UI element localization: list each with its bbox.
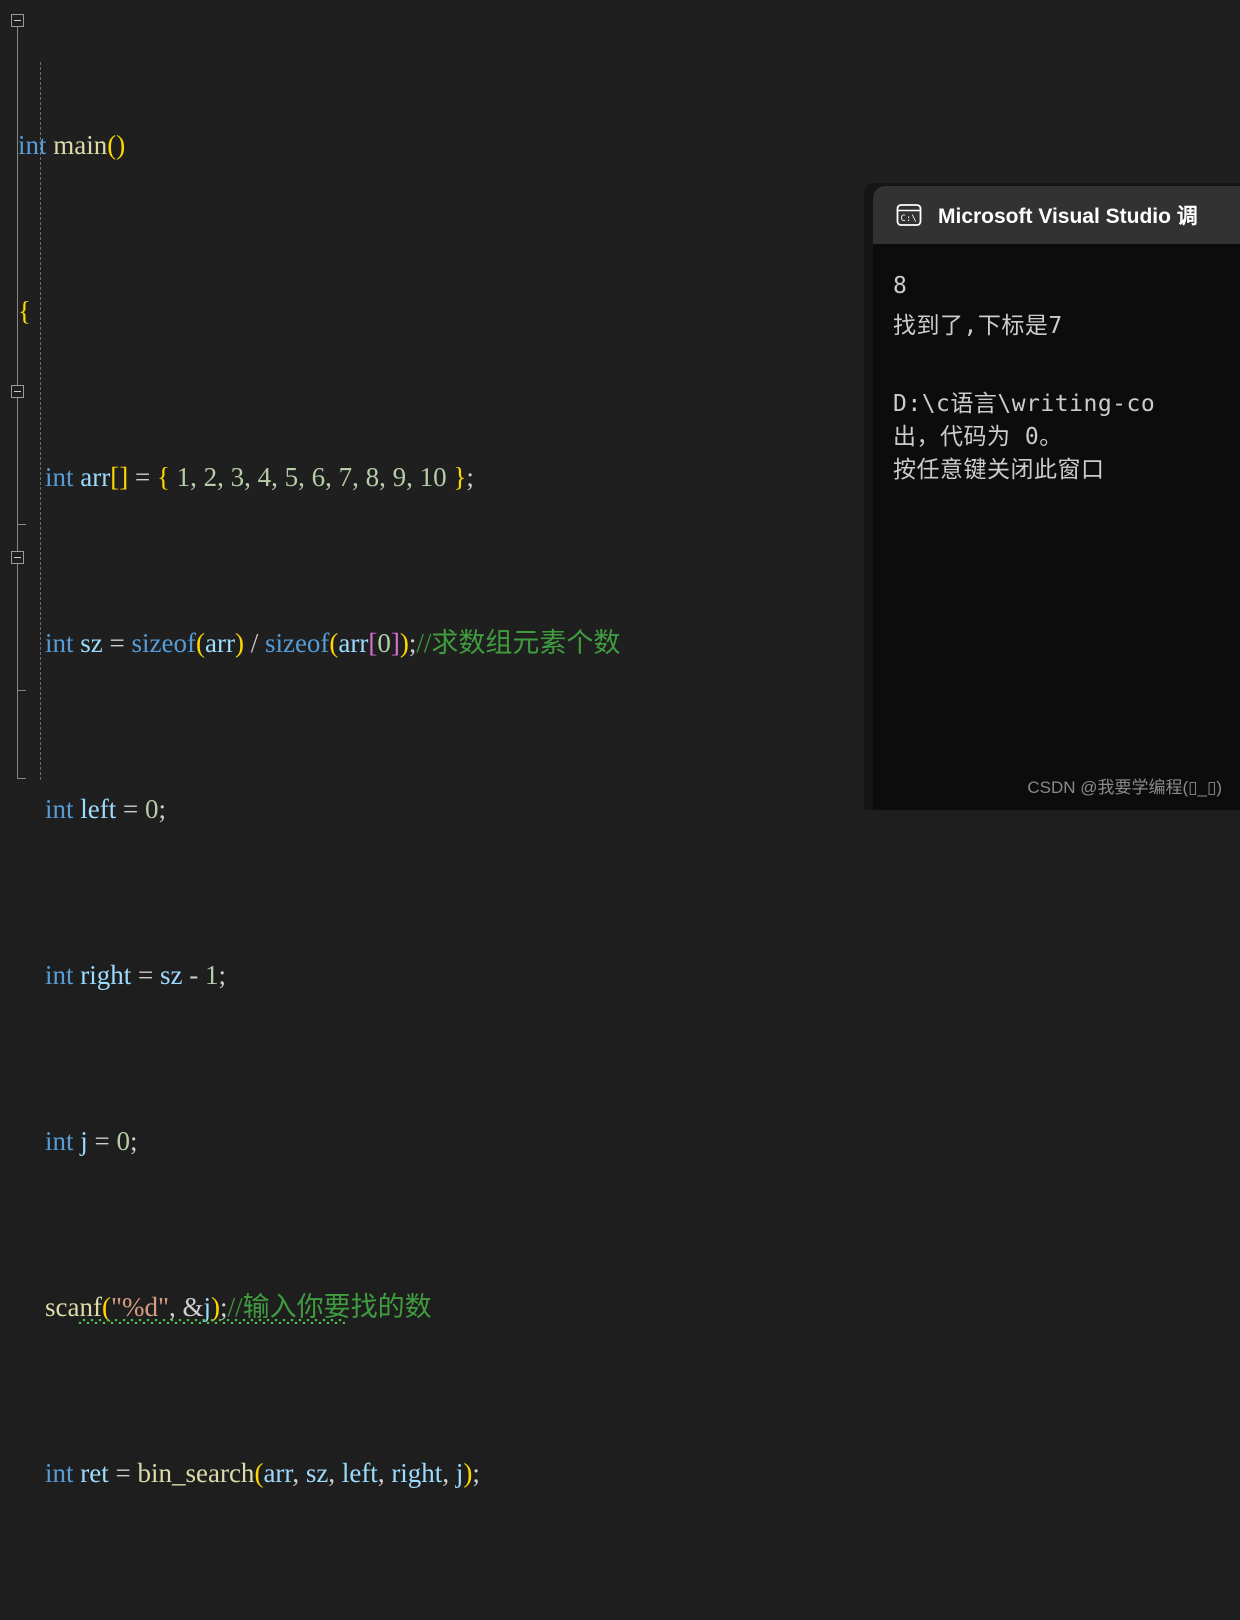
token-assign: = (95, 1126, 110, 1156)
token-brace: { (157, 462, 170, 492)
token-keyword-int: int (45, 794, 74, 824)
token-divide: / (251, 628, 259, 658)
token-keyword-sizeof: sizeof (132, 628, 196, 658)
code-line-1: int main() (0, 125, 1240, 167)
token-semicolon: ; (466, 462, 474, 492)
token-ampersand: & (183, 1292, 204, 1322)
token-paren: ( (254, 1458, 263, 1488)
token-semicolon: ; (219, 960, 227, 990)
token-bracket: [] (110, 462, 128, 492)
token-ident-left: left (80, 794, 116, 824)
token-semicolon: ; (130, 1126, 138, 1156)
csdn-watermark: CSDN @我要学编程(▯_▯) (1027, 773, 1222, 798)
token-comma: , (328, 1458, 335, 1488)
error-squiggle-underline (78, 1319, 345, 1324)
token-zero: 0 (145, 794, 159, 824)
token-ident-sz: sz (80, 628, 103, 658)
token-ident-right: right (80, 960, 131, 990)
token-keyword-sizeof: sizeof (265, 628, 329, 658)
token-comma: , (378, 1458, 385, 1488)
code-line-8: scanf("%d", &j);//输入你要找的数 (0, 1287, 1240, 1329)
token-paren: ) (235, 628, 244, 658)
token-ident-j: j (80, 1126, 88, 1156)
code-line-6: int right = sz - 1; (0, 955, 1240, 997)
token-ident-j: j (204, 1292, 212, 1322)
token-string-fmt: "%d" (111, 1292, 169, 1322)
console-window-title: Microsoft Visual Studio 调 (938, 200, 1198, 230)
token-paren: ( (196, 628, 205, 658)
console-output-area[interactable]: 8 找到了,下标是7 D:\c语言\writing-co 出，代码为 0。 按任… (875, 244, 1240, 810)
token-comma: , (442, 1458, 449, 1488)
token-function-scanf: scanf (45, 1292, 102, 1322)
token-ident-sz: sz (160, 960, 183, 990)
token-semicolon: ; (220, 1292, 228, 1322)
token-bracket: ] (391, 628, 400, 658)
token-keyword-int: int (45, 1126, 74, 1156)
code-comment-array-size: //求数组元素个数 (416, 628, 620, 658)
terminal-cmd-icon: C:\ (896, 202, 922, 228)
console-output-line-1: 8 (893, 273, 907, 299)
token-minus: - (189, 960, 198, 990)
code-line-9: int ret = bin_search(arr, sz, left, righ… (0, 1453, 1240, 1495)
token-keyword-int: int (18, 130, 47, 160)
token-ident-right: right (391, 1458, 442, 1488)
svg-text:C:\: C:\ (901, 214, 917, 224)
token-zero: 0 (377, 628, 391, 658)
token-ident-ret: ret (80, 1458, 108, 1488)
token-ident-arr: arr (80, 462, 110, 492)
token-array-values: 1, 2, 3, 4, 5, 6, 7, 8, 9, 10 (177, 462, 447, 492)
token-function-main: main (53, 130, 107, 160)
token-keyword-int: int (45, 960, 74, 990)
token-one: 1 (205, 960, 219, 990)
token-zero: 0 (117, 1126, 131, 1156)
token-assign: = (138, 960, 153, 990)
token-comma: , (292, 1458, 299, 1488)
token-paren: ) (463, 1458, 472, 1488)
token-paren: () (107, 130, 125, 160)
token-ident-arr: arr (263, 1458, 292, 1488)
token-paren: ) (400, 628, 409, 658)
console-output-line-2: 找到了,下标是7 (893, 306, 1063, 340)
token-keyword-int: int (45, 628, 74, 658)
token-assign: = (110, 628, 125, 658)
code-line-10: if (ret == -1) (0, 1619, 1240, 1620)
code-line-7: int j = 0; (0, 1121, 1240, 1163)
token-paren: ( (102, 1292, 111, 1322)
token-semicolon: ; (158, 794, 166, 824)
token-ident-sz: sz (306, 1458, 329, 1488)
console-output-line-4: D:\c语言\writing-co (893, 384, 1155, 418)
console-output-line-5: 出，代码为 0。 (893, 417, 1063, 451)
token-assign: = (135, 462, 150, 492)
token-assign: = (116, 1458, 131, 1488)
token-ident-j: j (456, 1458, 464, 1488)
token-ident-arr: arr (205, 628, 235, 658)
console-title-bar[interactable]: C:\ Microsoft Visual Studio 调 (873, 186, 1240, 244)
token-keyword-int: int (45, 1458, 74, 1488)
token-paren: ) (211, 1292, 220, 1322)
token-ident-left: left (342, 1458, 378, 1488)
token-brace-open: { (18, 296, 31, 326)
token-assign: = (123, 794, 138, 824)
token-brace: } (453, 462, 466, 492)
token-comma: , (169, 1292, 176, 1322)
console-output-line-6: 按任意键关闭此窗口 (893, 450, 1105, 484)
token-keyword-int: int (45, 462, 74, 492)
token-function-bin-search: bin_search (137, 1458, 254, 1488)
debug-console-window[interactable]: C:\ Microsoft Visual Studio 调 8 找到了,下标是7… (873, 186, 1240, 810)
token-semicolon: ; (472, 1458, 480, 1488)
code-comment-input: //输入你要找的数 (228, 1292, 432, 1322)
token-ident-arr: arr (338, 628, 368, 658)
